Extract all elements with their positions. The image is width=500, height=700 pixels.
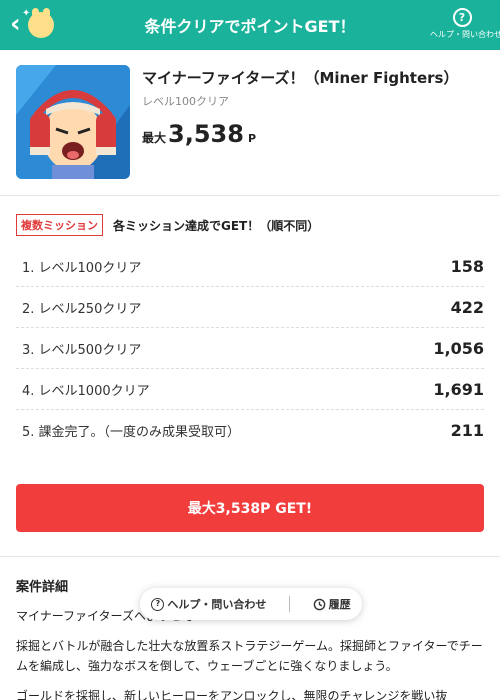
question-circle-icon: ? bbox=[151, 597, 165, 611]
details-paragraph: 採掘とバトルが融合した壮大な放置系ストラテジーゲーム。採掘師とファイターでチーム… bbox=[16, 639, 483, 673]
mission-label: 5. 課金完了。（一度のみ成果受取可） bbox=[22, 425, 241, 440]
details-paragraph: ゴールドを採掘し、新しいヒーローをアンロックし、無限のチャレンジを戦い抜 bbox=[16, 689, 448, 700]
max-prefix: 最大 bbox=[142, 131, 167, 145]
floating-help-button[interactable]: ? ヘルプ・問い合わせ bbox=[151, 596, 266, 612]
app-name: マイナーファイターズ！（Miner Fighters） bbox=[142, 69, 459, 87]
mission-points: 211 bbox=[450, 421, 484, 440]
divider bbox=[0, 556, 500, 557]
header-help-label: ヘルプ・問い合わせ bbox=[430, 30, 500, 39]
mission-points: 158 bbox=[450, 256, 484, 276]
mission-description: 各ミッション達成でGET！（順不同） bbox=[113, 218, 320, 233]
mission-list: 1. レベル100クリア 158 2. レベル250クリア 422 3. レベル… bbox=[16, 246, 484, 451]
max-points-value: 3,538 bbox=[168, 120, 244, 148]
separator bbox=[288, 596, 290, 612]
history-label: 履歴 bbox=[328, 598, 351, 611]
mission-label: 1. レベル100クリア bbox=[22, 260, 142, 276]
mission-points: 422 bbox=[450, 297, 484, 317]
list-item: 4. レベル1000クリア 1,691 bbox=[16, 369, 484, 410]
max-points: 最大 3,538 P bbox=[142, 120, 256, 148]
floating-help-label: ヘルプ・問い合わせ bbox=[167, 598, 267, 611]
mission-header: 複数ミッション 各ミッション達成でGET！（順不同） bbox=[16, 214, 319, 236]
history-button[interactable]: 履歴 bbox=[313, 596, 351, 612]
list-item: 5. 課金完了。（一度のみ成果受取可） 211 bbox=[16, 410, 484, 451]
list-item: 2. レベル250クリア 422 bbox=[16, 287, 484, 328]
page-title: 条件クリアでポイントGET！ bbox=[144, 17, 356, 36]
get-points-button[interactable]: 最大3,538P GET! bbox=[16, 484, 484, 532]
floating-action-bar: ? ヘルプ・問い合わせ 履歴 bbox=[140, 588, 362, 620]
mission-points: 1,056 bbox=[433, 338, 484, 358]
list-item: 1. レベル100クリア 158 bbox=[16, 246, 484, 287]
mission-points: 1,691 bbox=[433, 379, 484, 399]
app-info-card: マイナーファイターズ！（Miner Fighters） レベル100クリア 最大… bbox=[0, 50, 500, 196]
details-body: マイナーファイターズへようこそ！ 採掘とバトルが融合した壮大な放置系ストラテジー… bbox=[16, 606, 488, 700]
mission-label: 4. レベル1000クリア bbox=[22, 383, 150, 399]
mission-label: 3. レベル500クリア bbox=[22, 342, 142, 358]
mission-label: 2. レベル250クリア bbox=[22, 301, 142, 317]
clock-history-icon bbox=[313, 598, 325, 610]
app-icon bbox=[16, 65, 130, 179]
app-subtitle: レベル100クリア bbox=[142, 95, 229, 108]
mission-badge: 複数ミッション bbox=[16, 214, 103, 236]
points-unit: P bbox=[247, 132, 256, 145]
details-title: 案件詳細 bbox=[16, 580, 69, 595]
list-item: 3. レベル500クリア 1,056 bbox=[16, 328, 484, 369]
header-help-button[interactable]: ? ヘルプ・問い合わせ bbox=[430, 6, 500, 46]
header-bar: ‹ ✦ 条件クリアでポイントGET！ ? ヘルプ・問い合わせ bbox=[0, 0, 500, 50]
question-circle-icon: ? bbox=[452, 8, 472, 27]
